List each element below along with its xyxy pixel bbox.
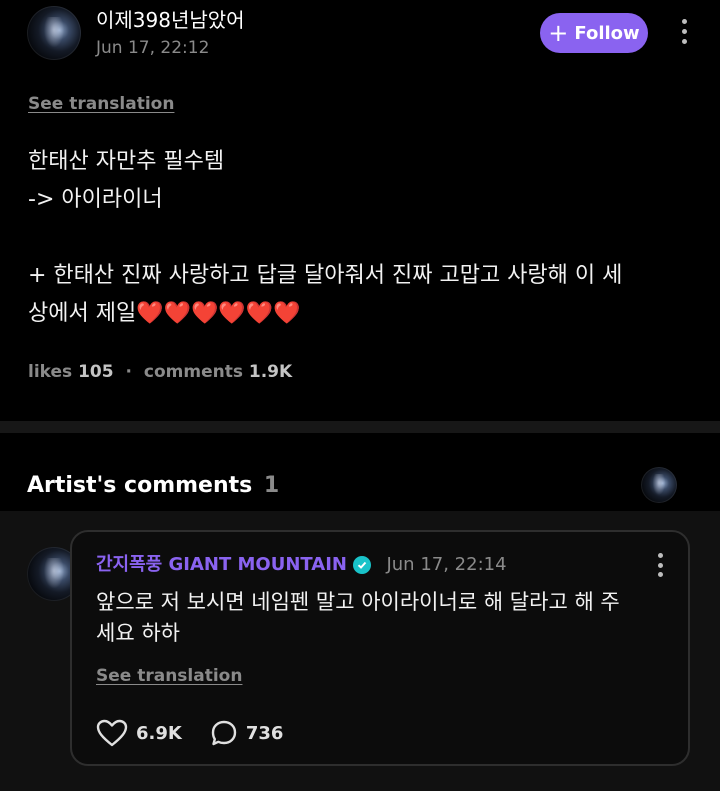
post-body: 한태산 자만추 필수템 -> 아이라이너 + 한태산 진짜 사랑하고 답글 달아…: [28, 143, 698, 333]
heart-icon[interactable]: [96, 719, 128, 747]
post-body-line: 상에서 제일❤️❤️❤️❤️❤️❤️: [28, 301, 301, 326]
follow-label: Follow: [574, 22, 640, 44]
comment-icon[interactable]: [210, 719, 238, 747]
comment-actions: 6.9K 736: [96, 718, 283, 748]
artist-comment-text: 앞으로 저 보시면 네임펜 말고 아이라이너로 해 달라고 해 주 세요 하하: [96, 587, 676, 649]
comment-see-translation-link[interactable]: See translation: [96, 664, 242, 688]
plus-icon: +: [548, 19, 569, 47]
stats-separator: ·: [125, 362, 132, 382]
post-stats: likes 105 · comments 1.9K: [28, 360, 292, 384]
artist-comment-card: 간지폭풍 GIANT MOUNTAIN Jun 17, 22:14 앞으로 저 …: [70, 530, 690, 766]
post-body-line: -> 아이라이너: [28, 187, 163, 212]
comment-more-icon[interactable]: [656, 553, 664, 577]
post-body-line: + 한태산 진짜 사랑하고 답글 달아줘서 진짜 고맙고 사랑해 이 세: [28, 263, 623, 288]
section-divider: [0, 421, 720, 433]
artist-avatar-small[interactable]: [641, 467, 677, 503]
comment-reply-count: 736: [245, 722, 284, 744]
more-vertical-icon[interactable]: [680, 19, 688, 44]
post-body-line: 한태산 자만추 필수템: [28, 149, 225, 174]
comment-like-count: 6.9K: [136, 722, 182, 744]
artist-comments-count: 1: [263, 473, 280, 498]
see-translation-link[interactable]: See translation: [28, 92, 174, 116]
author-name[interactable]: 이제398년남았어: [96, 6, 245, 34]
post-timestamp: Jun 17, 22:12: [96, 38, 210, 58]
comment-text-line: 세요 하하: [96, 621, 180, 645]
comments-label: comments: [143, 362, 243, 382]
post-body-line: [28, 219, 698, 257]
follow-button[interactable]: + Follow: [540, 13, 648, 53]
author-avatar[interactable]: [27, 6, 81, 60]
comments-count[interactable]: 1.9K: [249, 362, 292, 382]
artist-comments-title: Artist's comments: [27, 473, 253, 498]
artist-comments-header: Artist's comments 1: [0, 433, 720, 511]
artist-comment-header: 간지폭풍 GIANT MOUNTAIN Jun 17, 22:14: [96, 552, 507, 578]
likes-count[interactable]: 105: [78, 362, 114, 382]
artist-name[interactable]: 간지폭풍 GIANT MOUNTAIN: [96, 554, 347, 575]
likes-label: likes: [28, 362, 73, 382]
comment-text-line: 앞으로 저 보시면 네임펜 말고 아이라이너로 해 달라고 해 주: [96, 590, 620, 614]
verified-badge-icon: [352, 556, 371, 574]
comment-timestamp: Jun 17, 22:14: [386, 554, 507, 575]
